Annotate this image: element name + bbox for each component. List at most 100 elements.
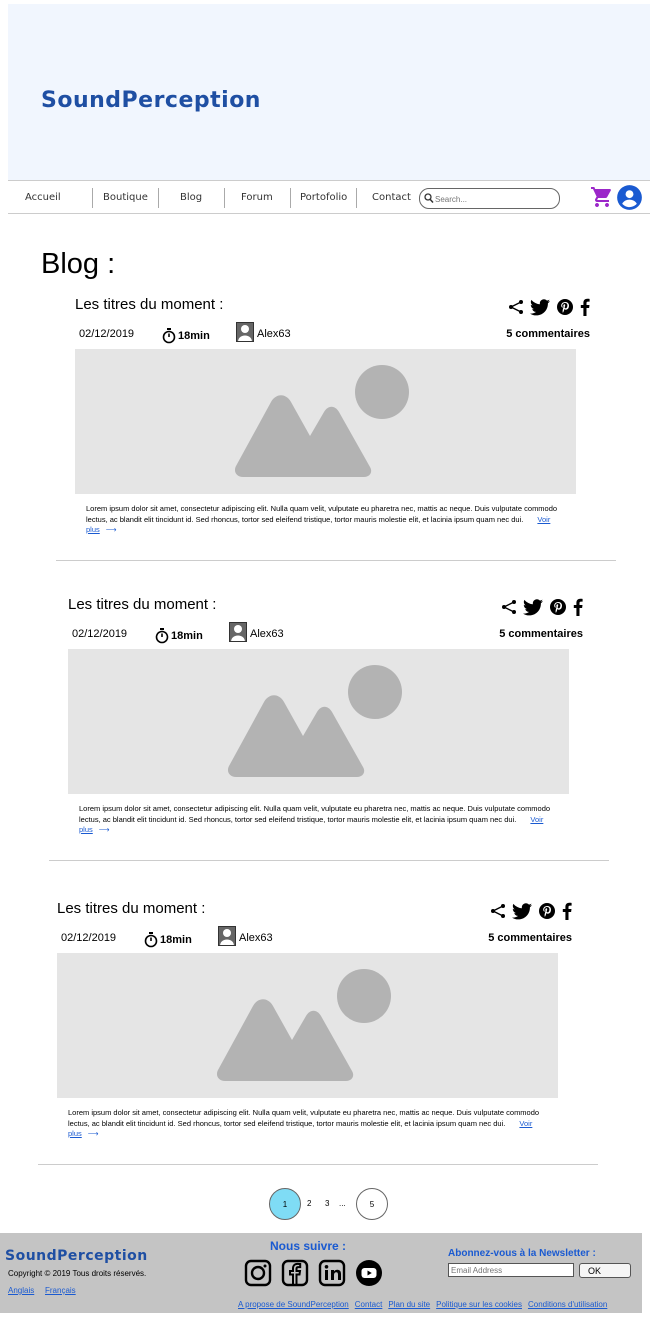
post-date: 02/12/2019 xyxy=(61,932,117,944)
comment-count[interactable]: 5 commentaires xyxy=(499,628,583,640)
brand-logo[interactable]: SoundPerception xyxy=(41,88,261,113)
post-author[interactable]: Alex63 xyxy=(236,322,291,342)
image-placeholder-icon xyxy=(216,969,391,1081)
post-excerpt: Lorem ipsum dolor sit amet, consectetur … xyxy=(86,504,576,536)
nav-item-boutique[interactable]: Boutique xyxy=(103,192,148,203)
post-heading: Les titres du moment : xyxy=(75,296,224,313)
footer-link-contact[interactable]: Contact xyxy=(355,1300,383,1309)
newsletter-submit-button[interactable]: OK xyxy=(579,1263,631,1278)
avatar-icon xyxy=(229,622,247,642)
avatar-icon xyxy=(236,322,254,342)
share-bar xyxy=(501,598,583,616)
reading-time-value: 18min xyxy=(178,330,210,342)
stopwatch-icon xyxy=(162,328,176,344)
post-author[interactable]: Alex63 xyxy=(218,926,273,946)
blog-post: Les titres du moment : 02/12/2019 18min … xyxy=(38,900,598,1172)
twitter-icon[interactable] xyxy=(512,902,532,920)
instagram-icon[interactable] xyxy=(244,1259,272,1287)
facebook-icon[interactable] xyxy=(573,598,583,616)
nav-item-contact[interactable]: Contact xyxy=(372,192,411,203)
shopping-cart-icon[interactable] xyxy=(590,185,614,209)
footer-link-about[interactable]: A propose de SoundPerception xyxy=(238,1300,349,1309)
author-name: Alex63 xyxy=(250,628,284,640)
page-last[interactable]: 5 xyxy=(356,1188,388,1220)
follow-title: Nous suivre : xyxy=(270,1239,347,1253)
post-date: 02/12/2019 xyxy=(79,328,135,340)
footer: SoundPerception Copyright © 2019 Tous dr… xyxy=(0,1233,642,1313)
nav-item-blog[interactable]: Blog xyxy=(180,192,202,203)
nav-item-accueil[interactable]: Accueil xyxy=(25,192,61,203)
twitter-icon[interactable] xyxy=(523,598,543,616)
post-heading: Les titres du moment : xyxy=(68,596,217,613)
comment-count[interactable]: 5 commentaires xyxy=(506,328,590,340)
facebook-icon[interactable] xyxy=(580,298,590,316)
share-icon[interactable] xyxy=(490,903,506,919)
search-box[interactable] xyxy=(419,188,560,209)
footer-link-terms[interactable]: Conditions d'utilisation xyxy=(528,1300,607,1309)
image-placeholder-icon xyxy=(234,365,409,477)
youtube-icon[interactable] xyxy=(355,1259,383,1287)
nav-separator xyxy=(158,188,159,208)
twitter-icon[interactable] xyxy=(530,298,550,316)
pinterest-icon[interactable] xyxy=(538,902,556,920)
post-excerpt: Lorem ipsum dolor sit amet, consectetur … xyxy=(79,804,569,836)
page-link[interactable]: 2 xyxy=(307,1199,311,1208)
language-link-english[interactable]: Anglais xyxy=(8,1286,34,1295)
nav-separator xyxy=(356,188,357,208)
page-link[interactable]: 3 xyxy=(325,1199,329,1208)
pinterest-icon[interactable] xyxy=(549,598,567,616)
avatar-icon xyxy=(218,926,236,946)
footer-link-cookies[interactable]: Politique sur les cookies xyxy=(436,1300,522,1309)
share-bar xyxy=(490,902,572,920)
post-divider xyxy=(56,560,616,561)
blog-post: Les titres du moment : 02/12/2019 18min … xyxy=(49,596,609,868)
footer-brand[interactable]: SoundPerception xyxy=(5,1248,148,1264)
excerpt-text: Lorem ipsum dolor sit amet, consectetur … xyxy=(86,504,558,524)
nav-separator xyxy=(290,188,291,208)
page-current[interactable]: 1 xyxy=(269,1188,301,1220)
arrow-right-icon[interactable]: ⟶ xyxy=(99,825,110,834)
post-author[interactable]: Alex63 xyxy=(229,622,284,642)
author-name: Alex63 xyxy=(239,932,273,944)
post-image-placeholder[interactable] xyxy=(75,349,576,494)
share-bar xyxy=(508,298,590,316)
reading-time: 18min xyxy=(162,328,210,344)
search-icon xyxy=(424,193,434,204)
page-ellipsis: ... xyxy=(339,1199,346,1208)
language-link-french[interactable]: Français xyxy=(45,1286,76,1295)
arrow-right-icon[interactable]: ⟶ xyxy=(106,525,117,534)
page-title: Blog : xyxy=(41,248,116,280)
excerpt-text: Lorem ipsum dolor sit amet, consectetur … xyxy=(68,1108,540,1128)
image-placeholder-icon xyxy=(227,665,402,777)
user-account-icon[interactable] xyxy=(616,184,643,211)
newsletter-email-input[interactable] xyxy=(448,1263,574,1277)
post-divider xyxy=(49,860,609,861)
share-icon[interactable] xyxy=(508,299,524,315)
post-excerpt: Lorem ipsum dolor sit amet, consectetur … xyxy=(68,1108,558,1140)
facebook-icon[interactable] xyxy=(562,902,572,920)
pagination: 1 2 3 ... 5 xyxy=(269,1188,399,1222)
nav-item-portofolio[interactable]: Portofolio xyxy=(300,192,347,203)
author-name: Alex63 xyxy=(257,328,291,340)
excerpt-text: Lorem ipsum dolor sit amet, consectetur … xyxy=(79,804,551,824)
reading-time: 18min xyxy=(155,628,203,644)
post-date: 02/12/2019 xyxy=(72,628,128,640)
linkedin-icon[interactable] xyxy=(318,1259,346,1287)
nav-item-forum[interactable]: Forum xyxy=(241,192,273,203)
pinterest-icon[interactable] xyxy=(556,298,574,316)
newsletter-title: Abonnez-vous à la Newsletter : xyxy=(448,1248,596,1259)
arrow-right-icon[interactable]: ⟶ xyxy=(88,1129,99,1138)
post-image-placeholder[interactable] xyxy=(68,649,569,794)
post-divider xyxy=(38,1164,598,1165)
stopwatch-icon xyxy=(155,628,169,644)
facebook-icon[interactable] xyxy=(281,1259,309,1287)
comment-count[interactable]: 5 commentaires xyxy=(488,932,572,944)
copyright-text: Copyright © 2019 Tous droits réservés. xyxy=(8,1269,147,1278)
share-icon[interactable] xyxy=(501,599,517,615)
blog-post: Les titres du moment : 02/12/2019 18min … xyxy=(56,296,616,568)
post-image-placeholder[interactable] xyxy=(57,953,558,1098)
footer-link-sitemap[interactable]: Plan du site xyxy=(388,1300,430,1309)
search-input[interactable] xyxy=(435,192,553,206)
reading-time-value: 18min xyxy=(171,630,203,642)
post-heading: Les titres du moment : xyxy=(57,900,206,917)
